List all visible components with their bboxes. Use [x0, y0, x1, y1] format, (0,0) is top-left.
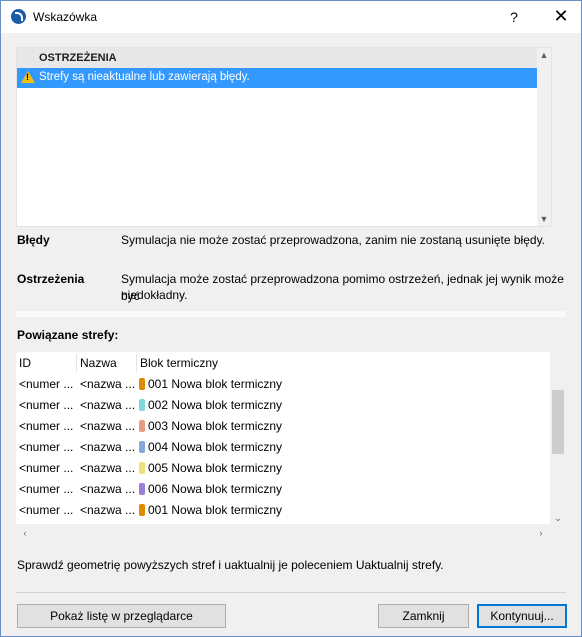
zone-id-cell: <numer ...: [19, 419, 74, 433]
continue-button[interactable]: Kontynuuj...: [477, 604, 567, 628]
warnings-header: OSTRZEŻENIA: [17, 48, 537, 68]
zone-id-cell: <numer ...: [19, 482, 74, 496]
warnings-header-label: OSTRZEŻENIA: [39, 52, 117, 64]
zone-id-cell: <numer ...: [19, 503, 74, 517]
zone-name-cell: <nazwa ...: [80, 398, 136, 412]
zone-name-cell: <nazwa ...: [80, 461, 136, 475]
column-header-id[interactable]: ID: [16, 352, 77, 374]
scroll-left-icon[interactable]: ‹: [18, 526, 32, 540]
zone-id-cell: <numer ...: [19, 461, 74, 475]
zone-name-cell: <nazwa ...: [80, 482, 136, 496]
close-button[interactable]: Zamknij: [378, 604, 469, 628]
warning-icon: [21, 71, 35, 83]
zone-name-cell: <nazwa ...: [80, 440, 136, 454]
thermal-block-cell: 003 Nowa blok termiczny: [148, 419, 283, 433]
zones-table[interactable]: ID Nazwa Blok termiczny <numer ... <nazwa…: [16, 352, 565, 541]
table-row[interactable]: <numer ... <nazwa ... 004 Nowa blok termic…: [16, 437, 550, 458]
window-title: Wskazówka: [33, 10, 98, 24]
thermal-block-cell: 001 Nowa blok termiczny: [148, 377, 283, 391]
zones-horizontal-scrollbar[interactable]: ‹ ›: [16, 524, 565, 541]
column-header-name[interactable]: Nazwa: [77, 352, 138, 374]
related-zones-title: Powiązane strefy:: [17, 328, 119, 342]
warnings-description-line1: Symulacja może zostać przeprowadzona pom…: [121, 272, 564, 303]
thermal-block-cell: 005 Nowa blok termiczny: [148, 461, 283, 475]
scroll-down-icon[interactable]: ▼: [537, 212, 551, 226]
column-header-thermal-block[interactable]: Blok termiczny: [137, 352, 540, 374]
app-logo-icon: [11, 9, 26, 24]
table-row[interactable]: <numer ... <nazwa ... 003 Nowa blok termic…: [16, 416, 550, 437]
zones-vertical-scrollbar[interactable]: ⌄: [551, 374, 565, 524]
warnings-list[interactable]: OSTRZEŻENIA Strefy są nieaktualne lub za…: [16, 47, 552, 227]
thermal-block-color-swatch: [139, 399, 145, 411]
thermal-block-cell: 001 Nowa blok termiczny: [148, 503, 283, 517]
table-row[interactable]: <numer ... <nazwa ... 006 Nowa blok termic…: [16, 479, 550, 500]
thermal-block-color-swatch: [139, 462, 145, 474]
dialog-window: Wskazówka ? ✕ OSTRZEŻENIA Strefy są niea…: [0, 0, 582, 637]
zone-id-cell: <numer ...: [19, 440, 74, 454]
thermal-block-color-swatch: [139, 441, 145, 453]
footer-hint: Sprawdź geometrię powyższych stref i uak…: [17, 558, 444, 572]
show-list-in-browser-button[interactable]: Pokaż listę w przeglądarce: [17, 604, 226, 628]
warnings-scrollbar[interactable]: ▲ ▼: [537, 48, 551, 226]
thermal-block-cell: 006 Nowa blok termiczny: [148, 482, 283, 496]
close-window-button[interactable]: ✕: [541, 1, 581, 33]
errors-label: Błędy: [17, 233, 50, 247]
warnings-description-line2: niedokładny.: [121, 288, 188, 302]
scroll-down-icon[interactable]: ⌄: [551, 511, 565, 525]
help-button[interactable]: ?: [499, 1, 529, 33]
table-row[interactable]: <numer ... <nazwa ... 001 Nowa blok termic…: [16, 374, 550, 395]
scroll-thumb[interactable]: [552, 390, 564, 454]
scroll-up-icon[interactable]: ▲: [537, 48, 551, 62]
scroll-right-icon[interactable]: ›: [534, 526, 548, 540]
table-row[interactable]: <numer ... <nazwa ... 001 Nowa blok termic…: [16, 500, 550, 521]
table-row[interactable]: <numer ... <nazwa ... 002 Nowa blok termic…: [16, 395, 550, 416]
thermal-block-cell: 004 Nowa blok termiczny: [148, 440, 283, 454]
section-divider: [16, 311, 566, 317]
thermal-block-cell: 002 Nowa blok termiczny: [148, 398, 283, 412]
table-row[interactable]: <numer ... <nazwa ... 005 Nowa blok termic…: [16, 458, 550, 479]
zone-name-cell: <nazwa ...: [80, 503, 136, 517]
footer-divider: [16, 592, 566, 593]
thermal-block-color-swatch: [139, 378, 145, 390]
thermal-block-color-swatch: [139, 504, 145, 516]
zone-id-cell: <numer ...: [19, 377, 74, 391]
errors-description: Symulacja nie może zostać przeprowadzona…: [121, 233, 546, 247]
zone-name-cell: <nazwa ...: [80, 377, 136, 391]
thermal-block-color-swatch: [139, 483, 145, 495]
thermal-block-color-swatch: [139, 420, 145, 432]
title-bar: Wskazówka ? ✕: [1, 1, 581, 33]
warning-item-text: Strefy są nieaktualne lub zawierają błęd…: [39, 71, 250, 83]
warnings-label: Ostrzeżenia: [17, 272, 85, 286]
warning-item[interactable]: Strefy są nieaktualne lub zawierają błęd…: [17, 68, 537, 88]
zone-id-cell: <numer ...: [19, 398, 74, 412]
zone-name-cell: <nazwa ...: [80, 419, 136, 433]
